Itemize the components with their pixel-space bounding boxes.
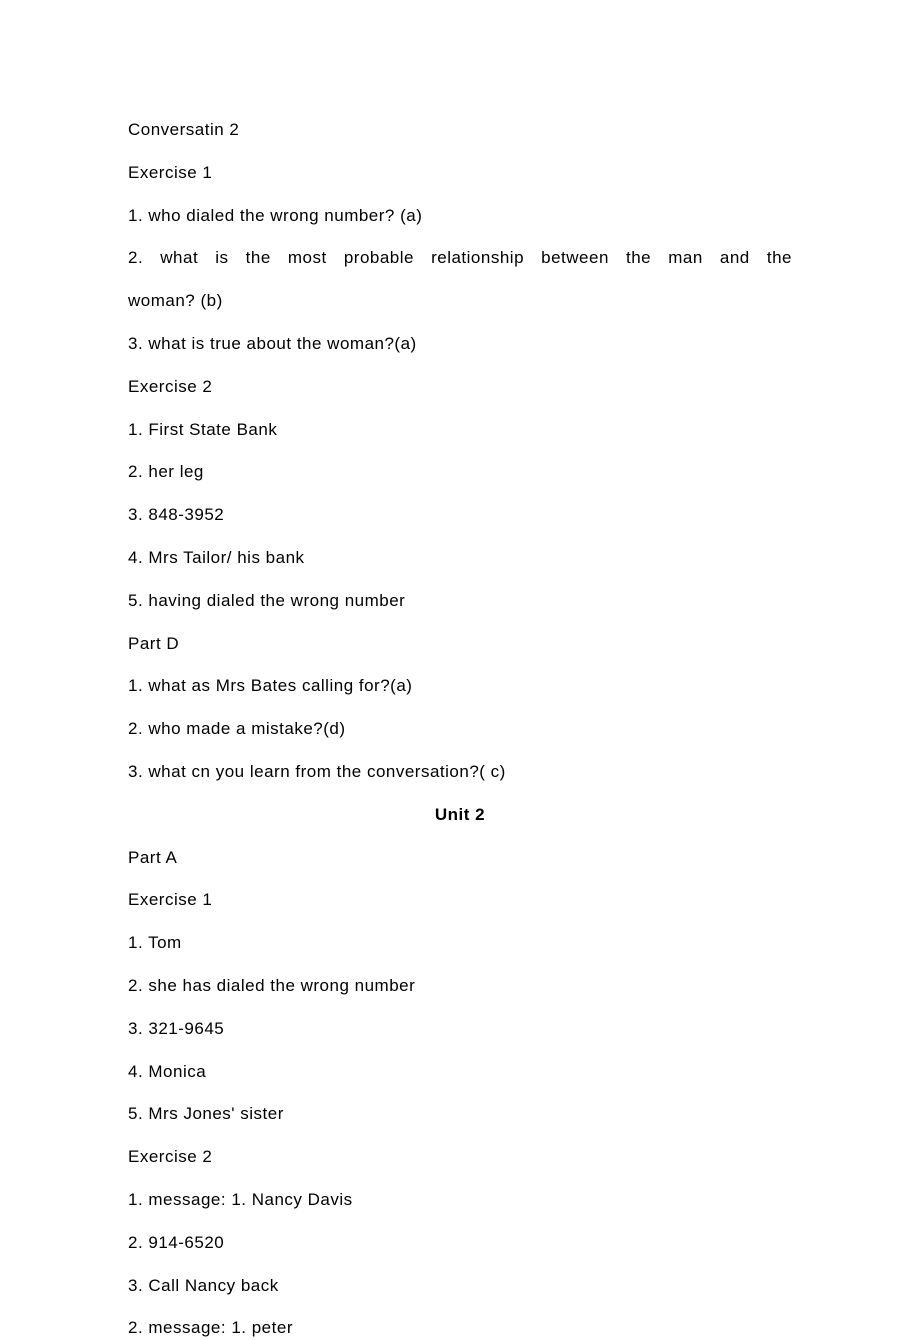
text-line: woman? (b) (128, 289, 792, 313)
text-line: Part D (128, 632, 792, 656)
text-line: Part A (128, 846, 792, 870)
text-line: 4. Mrs Tailor/ his bank (128, 546, 792, 570)
text-line: Exercise 1 (128, 161, 792, 185)
document-content: Conversatin 2 Exercise 1 1. who dialed the… (128, 118, 792, 1340)
text-line: 3. what cn you learn from the conversati… (128, 760, 792, 784)
text-line: 1. Tom (128, 931, 792, 955)
text-line: 3. 848-3952 (128, 503, 792, 527)
text-line: 4. Monica (128, 1060, 792, 1084)
text-line: 2. what is the most probable relationshi… (128, 246, 792, 270)
text-line: 3. what is true about the woman?(a) (128, 332, 792, 356)
text-line: Conversatin 2 (128, 118, 792, 142)
text-line: 2. her leg (128, 460, 792, 484)
text-line: 2. message: 1. peter (128, 1316, 792, 1340)
text-line: 2. who made a mistake?(d) (128, 717, 792, 741)
text-line: 1. what as Mrs Bates calling for?(a) (128, 674, 792, 698)
text-line: 2. 914-6520 (128, 1231, 792, 1255)
text-line: 2. she has dialed the wrong number (128, 974, 792, 998)
text-line: Exercise 2 (128, 375, 792, 399)
text-line: Exercise 1 (128, 888, 792, 912)
text-line: 3. 321-9645 (128, 1017, 792, 1041)
text-line: 1. First State Bank (128, 418, 792, 442)
text-line: 1. who dialed the wrong number? (a) (128, 204, 792, 228)
text-line: 5. Mrs Jones' sister (128, 1102, 792, 1126)
text-line: 5. having dialed the wrong number (128, 589, 792, 613)
text-line: 1. message: 1. Nancy Davis (128, 1188, 792, 1212)
text-line: 3. Call Nancy back (128, 1274, 792, 1298)
text-line: Exercise 2 (128, 1145, 792, 1169)
text-line: Unit 2 (128, 803, 792, 827)
